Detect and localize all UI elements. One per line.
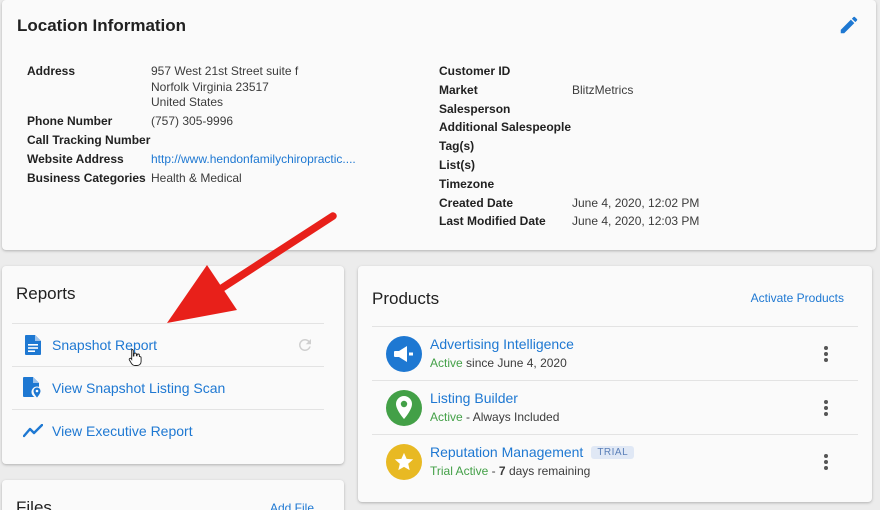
product-detail: - Always Included <box>462 410 560 424</box>
last-modified-value: June 4, 2020, 12:03 PM <box>572 214 700 229</box>
product-status-line: Trial Active - 7 days remaining <box>430 464 590 478</box>
executive-report-label: View Executive Report <box>52 422 193 439</box>
trial-badge: TRIAL <box>591 446 635 459</box>
executive-report-item[interactable]: View Executive Report <box>12 409 324 451</box>
refresh-icon[interactable] <box>296 336 314 354</box>
product-row: Listing Builder Active - Always Included <box>372 380 858 434</box>
last-modified-label: Last Modified Date <box>439 214 546 229</box>
add-file-link[interactable]: Add File <box>270 501 314 510</box>
snapshot-listing-scan-item[interactable]: View Snapshot Listing Scan <box>12 366 324 408</box>
market-value: BlitzMetrics <box>572 82 634 97</box>
activate-products-link[interactable]: Activate Products <box>751 291 844 305</box>
megaphone-icon <box>386 336 422 372</box>
product-status: Active <box>430 356 463 370</box>
categories-label: Business Categories <box>27 171 146 185</box>
product-status-line: Active since June 4, 2020 <box>430 356 567 370</box>
created-date-label: Created Date <box>439 195 514 210</box>
created-date-value: June 4, 2020, 12:02 PM <box>572 195 700 210</box>
categories-value: Health & Medical <box>151 171 242 185</box>
snapshot-report-item[interactable]: Snapshot Report <box>12 323 324 365</box>
product-detail-days: 7 <box>498 464 506 478</box>
hand-cursor-icon <box>128 348 142 371</box>
edit-pencil-icon[interactable] <box>838 14 860 36</box>
additional-salespeople-label: Additional Salespeople <box>439 120 572 135</box>
product-name-link[interactable]: Reputation Management <box>430 444 583 460</box>
document-pin-icon <box>20 375 46 401</box>
phone-label: Phone Number <box>27 114 113 128</box>
website-link[interactable]: http://www.hendonfamilychiropractic.... <box>151 150 356 169</box>
product-status: Trial Active <box>430 464 489 478</box>
snapshot-listing-scan-label: View Snapshot Listing Scan <box>52 379 226 396</box>
market-label: Market <box>439 82 478 97</box>
timezone-label: Timezone <box>439 176 495 191</box>
location-right-column: Customer ID Market BlitzMetrics Salesper… <box>439 62 859 232</box>
customer-id-label: Customer ID <box>439 64 511 78</box>
address-line3: United States <box>151 95 224 109</box>
phone-value: (757) 305-9996 <box>151 114 234 128</box>
tags-label: Tag(s) <box>439 139 475 154</box>
salesperson-label: Salesperson <box>439 101 511 116</box>
products-title: Products <box>372 289 440 308</box>
star-icon <box>386 444 422 480</box>
files-title: Files <box>16 498 52 510</box>
reports-title: Reports <box>16 284 76 303</box>
address-label: Address <box>27 64 76 78</box>
trending-line-icon <box>20 418 46 444</box>
product-status: Active <box>430 410 463 424</box>
more-vert-icon[interactable] <box>816 451 836 473</box>
product-name-listing-builder[interactable]: Listing Builder <box>430 390 518 406</box>
location-info-card: Location Information Address 957 West 21… <box>2 0 876 250</box>
product-detail-tail: days remaining <box>505 464 591 478</box>
product-status-line: Active - Always Included <box>430 410 559 424</box>
location-info-title: Location Information <box>17 16 187 35</box>
map-pin-icon <box>386 390 422 426</box>
files-card: Files Add File <box>2 480 344 510</box>
product-row: Advertising Intelligence Active since Ju… <box>372 326 858 380</box>
website-label: Website Address <box>27 152 124 166</box>
reports-card: Reports Snapshot Report View Snapshot Li… <box>2 266 344 464</box>
lists-label: List(s) <box>439 158 475 172</box>
more-vert-icon[interactable] <box>816 397 836 419</box>
call-tracking-label: Call Tracking Number <box>27 133 151 147</box>
product-detail-sep: - <box>488 464 499 478</box>
products-card: Products Activate Products Advertising I… <box>358 266 872 502</box>
product-name-advertising-intelligence[interactable]: Advertising Intelligence <box>430 336 574 352</box>
product-name-reputation-management: Reputation Management TRIAL <box>430 444 635 460</box>
location-left-column: Address 957 West 21st Street suite f Nor… <box>27 62 427 202</box>
product-detail: since June 4, 2020 <box>462 356 567 370</box>
more-vert-icon[interactable] <box>816 343 836 365</box>
product-row: Reputation Management TRIAL Trial Active … <box>372 434 858 488</box>
document-icon <box>20 332 46 358</box>
